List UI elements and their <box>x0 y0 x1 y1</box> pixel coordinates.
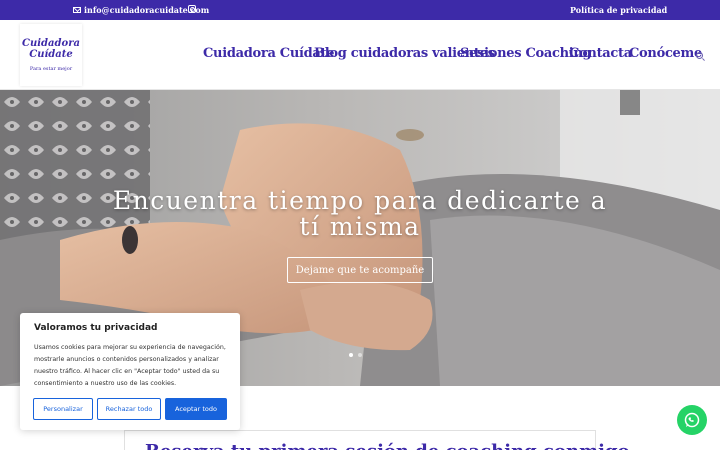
logo-tagline: Para estar mejor <box>29 66 73 72</box>
nav-item-conoceme[interactable]: Conóceme <box>629 46 702 61</box>
cookie-banner: Valoramos tu privacidad Usamos cookies p… <box>20 313 240 430</box>
hero-title-line-1: Encuentra tiempo para dedicarte a <box>112 186 608 215</box>
whatsapp-button[interactable] <box>677 405 707 435</box>
top-bar: info@cuidadoracuidate.com Política de pr… <box>0 0 720 20</box>
slider-dot-1[interactable] <box>349 353 353 357</box>
cookie-reject-button[interactable]: Rechazar todo <box>97 398 161 420</box>
search-icon[interactable] <box>696 52 703 59</box>
site-logo[interactable]: Cuidadora Cuídate Para estar mejor <box>20 24 82 86</box>
nav-item-contacta[interactable]: Contacta <box>569 46 632 61</box>
cookie-accept-button[interactable]: Aceptar todo <box>165 398 227 420</box>
slider-dot-2[interactable] <box>358 353 362 357</box>
mail-icon <box>73 7 81 13</box>
site-header: Cuidadora Cuídate Para estar mejor Cuida… <box>0 20 720 90</box>
hero-title: Encuentra tiempo para dedicarte a tí mis… <box>110 188 610 240</box>
privacy-policy-link[interactable]: Política de privacidad <box>570 5 667 15</box>
booking-section: Reserva tu primera sesión de coaching co… <box>124 430 630 450</box>
hero-title-line-2: tí misma <box>299 212 421 241</box>
hero-cta-button[interactable]: Dejame que te acompañe <box>287 257 433 283</box>
cookie-title: Valoramos tu privacidad <box>34 323 158 333</box>
instagram-icon[interactable] <box>188 5 196 13</box>
logo-line-1: Cuidadora <box>22 38 80 49</box>
whatsapp-icon <box>684 412 700 428</box>
logo-line-2: Cuídate <box>29 49 73 60</box>
booking-title: Reserva tu primera sesión de coaching co… <box>145 441 630 450</box>
cookie-body: Usamos cookies para mejorar su experienc… <box>34 344 226 387</box>
cookie-customize-button[interactable]: Personalizar <box>33 398 93 420</box>
